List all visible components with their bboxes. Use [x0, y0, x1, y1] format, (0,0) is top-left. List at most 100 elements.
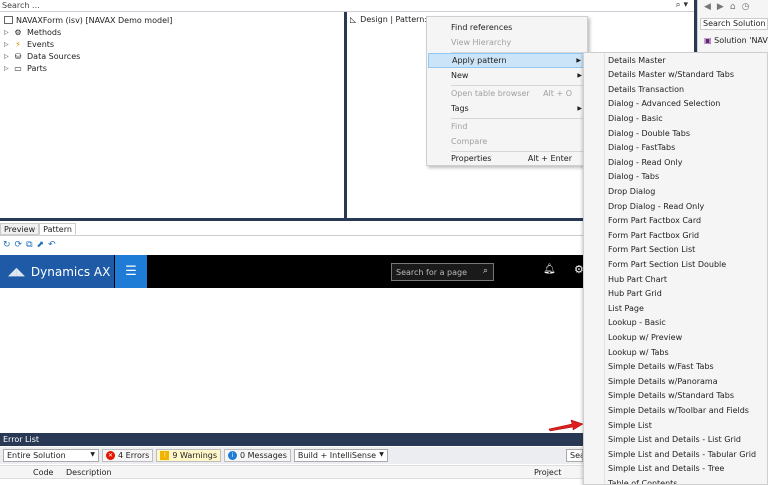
scope-select[interactable]: Entire Solution ▼	[3, 449, 99, 462]
expand-icon[interactable]: ▷	[4, 65, 12, 72]
pattern-item[interactable]: Hub Part Grid	[608, 287, 662, 301]
solution-explorer: ◀ ▶ ⌂ ◷ Search Solution Ex ▣ Solution 'N…	[697, 0, 768, 52]
expand-icon[interactable]: ▷	[4, 29, 12, 36]
tree-root[interactable]: NAVAXForm (isv) [NAVAX Demo model]	[4, 14, 172, 26]
back-icon[interactable]: ◀	[704, 2, 711, 12]
pattern-item[interactable]: Lookup w/ Tabs	[608, 345, 669, 359]
pattern-item[interactable]: Drop Dialog - Read Only	[608, 199, 704, 213]
search-icon[interactable]: ⌕ ▾	[676, 0, 688, 10]
column-code[interactable]: Code	[33, 468, 53, 477]
pattern-item[interactable]: Lookup w/ Preview	[608, 330, 682, 344]
tree-item-label: Data Sources	[27, 51, 81, 61]
search-icon[interactable]: ⌕	[483, 266, 488, 276]
menu-item-label: View Hierarchy	[451, 38, 512, 47]
pattern-item[interactable]: Simple Details w/Panorama	[608, 374, 718, 388]
menu-gutter	[604, 53, 605, 484]
column-project[interactable]: Project	[534, 468, 561, 477]
tree-item-parts[interactable]: ▷ ▭ Parts	[4, 62, 47, 74]
pattern-item[interactable]: Form Part Factbox Card	[608, 214, 701, 228]
pattern-item[interactable]: Simple List and Details - Tree	[608, 462, 724, 476]
export-icon[interactable]: ⬈	[37, 240, 45, 250]
pattern-submenu: Details Master Details Master w/Standard…	[583, 52, 768, 485]
history-icon[interactable]: ◷	[742, 2, 750, 12]
solution-search-input[interactable]: Search Solution Ex	[700, 18, 768, 30]
home-icon[interactable]: ⌂	[730, 2, 736, 12]
pattern-item[interactable]: Simple List and Details - Tabular Grid	[608, 447, 756, 461]
pattern-item[interactable]: Dialog - Double Tabs	[608, 126, 690, 140]
tab-preview[interactable]: Preview	[0, 223, 40, 235]
design-header: ◺ Design | Pattern:	[350, 13, 427, 25]
pattern-item[interactable]: Drop Dialog	[608, 184, 655, 198]
menu-item-compare: Compare	[428, 134, 586, 149]
pattern-item[interactable]: Dialog - Tabs	[608, 170, 659, 184]
column-description[interactable]: Description	[66, 468, 112, 477]
pattern-item[interactable]: Details Transaction	[608, 82, 684, 96]
error-list-search-input[interactable]: Sear	[566, 449, 583, 462]
top-search-input[interactable]: Search ...	[2, 1, 40, 10]
design-header-label: Design | Pattern:	[360, 14, 428, 24]
pattern-item[interactable]: Form Part Section List	[608, 243, 695, 257]
errors-filter-button[interactable]: ✕ 4 Errors	[102, 449, 154, 462]
error-list-header: Error List	[0, 433, 583, 446]
menu-item-new[interactable]: New ▶	[428, 68, 586, 83]
pattern-item[interactable]: Simple Details w/Fast Tabs	[608, 360, 714, 374]
hamburger-menu-icon[interactable]: ☰	[115, 255, 147, 288]
warnings-filter-button[interactable]: ! 9 Warnings	[156, 449, 222, 462]
dynamics-header: ◢◣ Dynamics AX ☰ Search for a page ⌕ 🔔︎ …	[0, 255, 584, 288]
pattern-item[interactable]: Simple Details w/Standard Tabs	[608, 389, 734, 403]
scope-select-value: Entire Solution	[7, 451, 66, 460]
menu-item-apply-pattern[interactable]: Apply pattern ▶	[428, 53, 586, 68]
error-list-title: Error List	[3, 435, 40, 444]
tab-divider	[0, 235, 583, 236]
pattern-item[interactable]: Dialog - Advanced Selection	[608, 97, 720, 111]
pattern-item[interactable]: Dialog - Basic	[608, 111, 663, 125]
tree-item-data-sources[interactable]: ▷ ⛁ Data Sources	[4, 50, 80, 62]
error-list-toolbar: Entire Solution ▼ ✕ 4 Errors ! 9 Warning…	[0, 447, 583, 464]
tree-item-events[interactable]: ▷ ⚡ Events	[4, 38, 54, 50]
top-search-bar[interactable]: Search ... ⌕ ▾	[0, 0, 694, 12]
pattern-item[interactable]: Lookup - Basic	[608, 316, 666, 330]
messages-filter-button[interactable]: i 0 Messages	[224, 449, 291, 462]
pattern-item[interactable]: Dialog - FastTabs	[608, 141, 675, 155]
pattern-item[interactable]: Hub Part Chart	[608, 272, 667, 286]
build-filter-select[interactable]: Build + IntelliSense ▼	[293, 449, 388, 462]
solution-item[interactable]: ▣ Solution 'NAV	[704, 36, 768, 45]
expand-icon[interactable]: ▷	[4, 41, 12, 48]
forward-icon[interactable]: ▶	[717, 2, 724, 12]
chevron-right-icon: ▶	[577, 72, 582, 79]
refresh-all-icon[interactable]: ⟳	[15, 240, 23, 250]
dynamics-logo-icon: ◢◣	[8, 265, 25, 278]
menu-item-find: Find	[428, 119, 586, 134]
pattern-item[interactable]: Simple Details w/Toolbar and Fields	[608, 403, 749, 417]
menu-item-properties[interactable]: Properties Alt + Enter	[428, 151, 586, 166]
solution-icon: ▣	[704, 36, 712, 45]
pattern-item[interactable]: Table of Contents	[608, 476, 677, 484]
menu-item-label: Tags	[451, 104, 469, 113]
menu-item-tags[interactable]: Tags ▶	[428, 101, 586, 116]
pattern-item[interactable]: Form Part Factbox Grid	[608, 228, 699, 242]
menu-item-find-references[interactable]: Find references	[428, 20, 586, 35]
bell-icon[interactable]: 🔔︎	[543, 264, 556, 275]
refresh-icon[interactable]: ↻	[3, 240, 11, 250]
pattern-item-simple-list[interactable]: Simple List	[608, 418, 652, 432]
pattern-item[interactable]: Details Master w/Standard Tabs	[608, 68, 734, 82]
undo-icon[interactable]: ↶	[48, 240, 56, 250]
brand[interactable]: ◢◣ Dynamics AX	[0, 255, 114, 288]
pattern-item[interactable]: Form Part Section List Double	[608, 257, 726, 271]
open-icon[interactable]: ⧉	[26, 240, 32, 250]
pattern-item[interactable]: Simple List and Details - List Grid	[608, 433, 741, 447]
expand-icon[interactable]: ▷	[4, 53, 12, 60]
chevron-down-icon[interactable]: ▼	[379, 451, 384, 458]
dynamics-search-placeholder: Search for a page	[396, 267, 467, 277]
tree-item-methods[interactable]: ▷ ⚙ Methods	[4, 26, 61, 38]
tab-pattern[interactable]: Pattern	[39, 223, 76, 235]
vertical-splitter[interactable]	[344, 12, 347, 220]
chevron-down-icon[interactable]: ▼	[90, 451, 95, 458]
pattern-item[interactable]: Dialog - Read Only	[608, 155, 682, 169]
dynamics-search-input[interactable]: Search for a page ⌕	[391, 263, 494, 281]
solution-item-label: Solution 'NAV	[714, 36, 768, 45]
menu-item-shortcut: Alt + Enter	[527, 154, 572, 163]
messages-count: 0 Messages	[240, 451, 287, 460]
pattern-item[interactable]: Details Master	[608, 53, 666, 67]
pattern-item[interactable]: List Page	[608, 301, 644, 315]
